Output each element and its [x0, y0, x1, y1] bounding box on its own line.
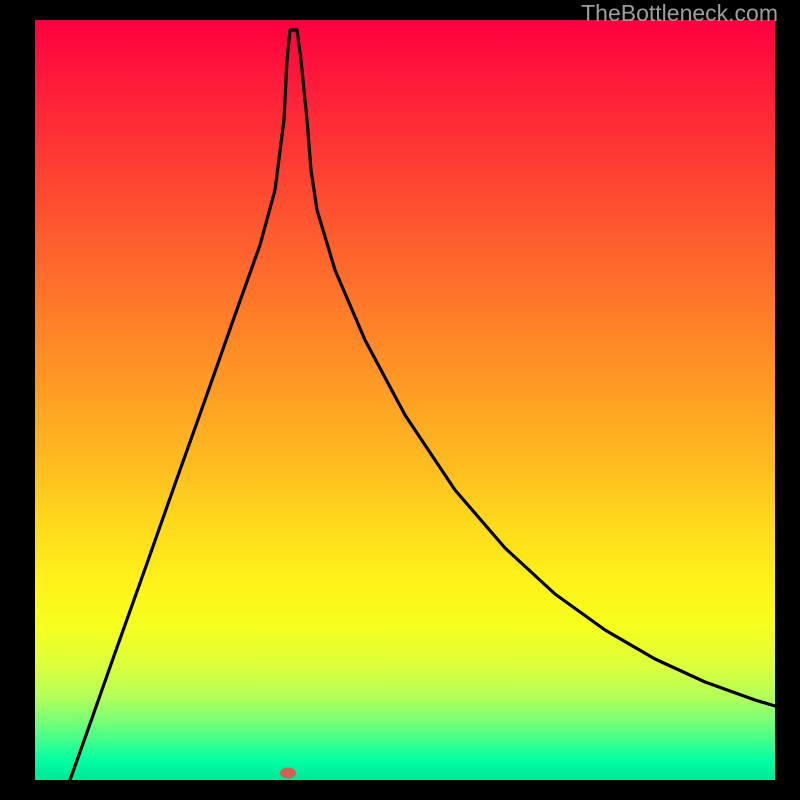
bottleneck-curve: [35, 20, 775, 780]
chart-frame: TheBottleneck.com: [0, 0, 800, 800]
minimum-marker: [280, 768, 296, 779]
plot-area: [35, 20, 775, 780]
watermark-text: TheBottleneck.com: [581, 0, 778, 27]
